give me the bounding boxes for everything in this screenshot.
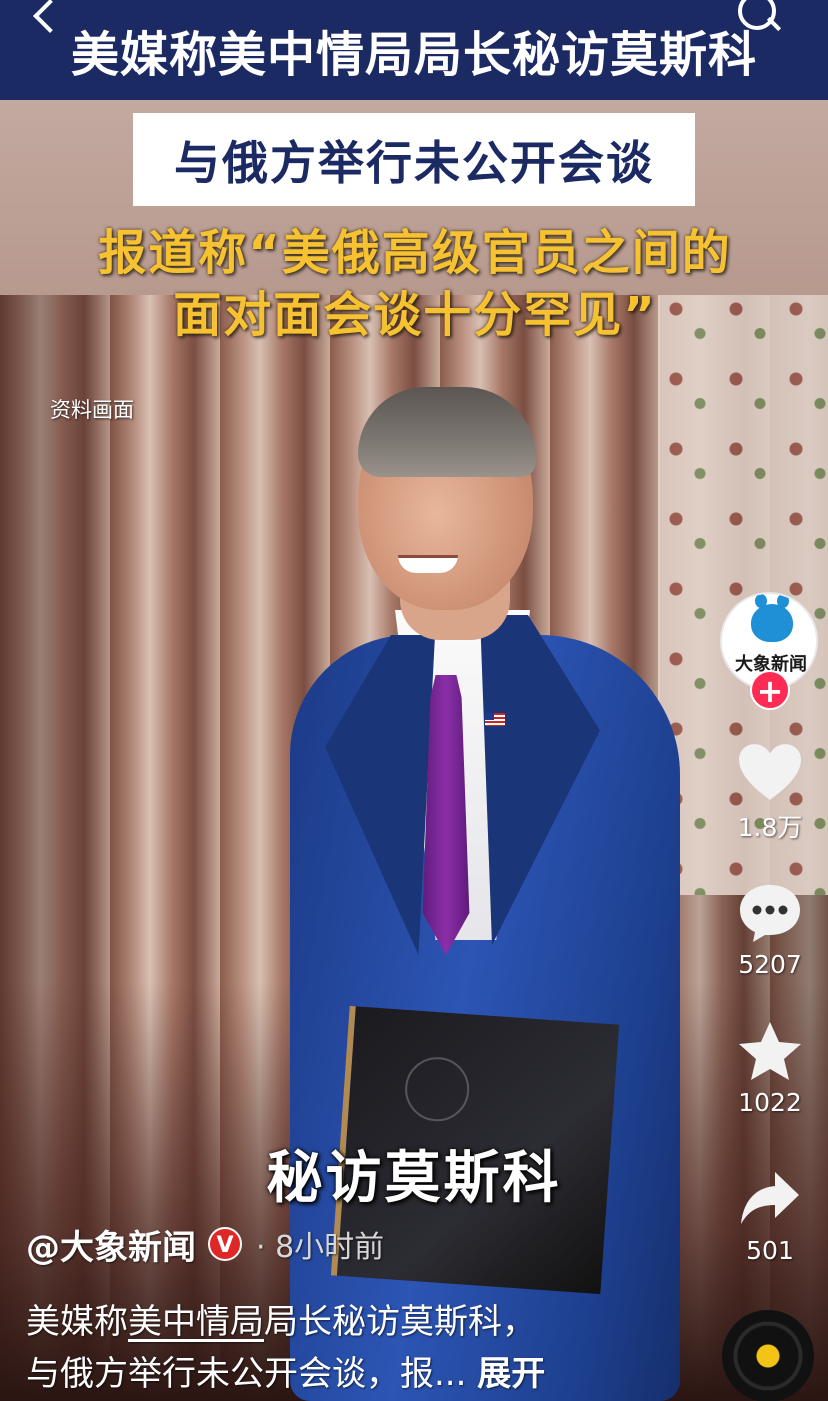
headline-line-2: 面对面会谈十分罕见” [173, 287, 657, 343]
source-tag: 资料画面 [50, 398, 134, 422]
title-bar: 美媒称美中情局局长秘访莫斯科 [0, 0, 828, 100]
verified-badge-icon: V [208, 1227, 242, 1261]
headline-line-1: 报道称“美俄高级官员之间的 [98, 225, 732, 281]
description-line-2: 与俄方举行未公开会谈，报... 展开 [26, 1348, 686, 1400]
post-time: · 8小时前 [256, 1230, 385, 1265]
share-count: 501 [746, 1236, 794, 1265]
paw-logo-icon [751, 594, 793, 642]
description-line-1: 美媒称美中情局局长秘访莫斯科， [26, 1296, 686, 1348]
description-line-1-rest: 局长秘访莫斯科， [264, 1302, 536, 1342]
video-subtitle: 与俄方举行未公开会谈 [174, 135, 654, 190]
favorite-count: 1022 [738, 1088, 802, 1117]
expand-button[interactable]: 展开 [477, 1354, 545, 1394]
video-caption: 秘访莫斯科 [266, 1146, 562, 1211]
description-prefix: 美媒称 [26, 1302, 128, 1342]
star-icon [739, 1022, 801, 1080]
like-button[interactable]: 1.8万 [720, 742, 820, 844]
like-count: 1.8万 [737, 813, 803, 842]
favorite-button[interactable]: 1022 [720, 1020, 820, 1117]
description-line-2-text: 与俄方举行未公开会谈，报... [26, 1354, 478, 1394]
comment-icon [740, 885, 800, 942]
description-topic-link[interactable]: 美中情局 [128, 1302, 264, 1342]
share-button[interactable]: 501 [720, 1168, 820, 1265]
subtitle-box: 与俄方举行未公开会谈 [133, 113, 695, 206]
post-description: 美媒称美中情局局长秘访莫斯科， 与俄方举行未公开会谈，报... 展开 [26, 1296, 686, 1400]
share-icon [741, 1172, 799, 1224]
music-disc-icon[interactable] [722, 1310, 814, 1401]
video-title: 美媒称美中情局局长秘访莫斯科 [70, 27, 757, 83]
back-icon[interactable] [30, 0, 70, 36]
follow-button[interactable]: + [750, 670, 790, 710]
author-name[interactable]: @大象新闻 [26, 1220, 196, 1269]
flag-pin [485, 713, 505, 726]
comment-button[interactable]: 5207 [720, 882, 820, 979]
headline: 报道称“美俄高级官员之间的 面对面会谈十分罕见” [40, 222, 790, 346]
search-icon[interactable] [732, 0, 784, 40]
author-line: @大象新闻 V · 8小时前 [26, 1220, 385, 1269]
smile [398, 555, 458, 573]
comment-count: 5207 [738, 950, 802, 979]
heart-icon [739, 744, 801, 800]
video-player[interactable]: 美媒称美中情局局长秘访莫斯科 与俄方举行未公开会谈 报道称“美俄高级官员之间的 … [0, 0, 828, 1401]
hair [358, 387, 536, 477]
